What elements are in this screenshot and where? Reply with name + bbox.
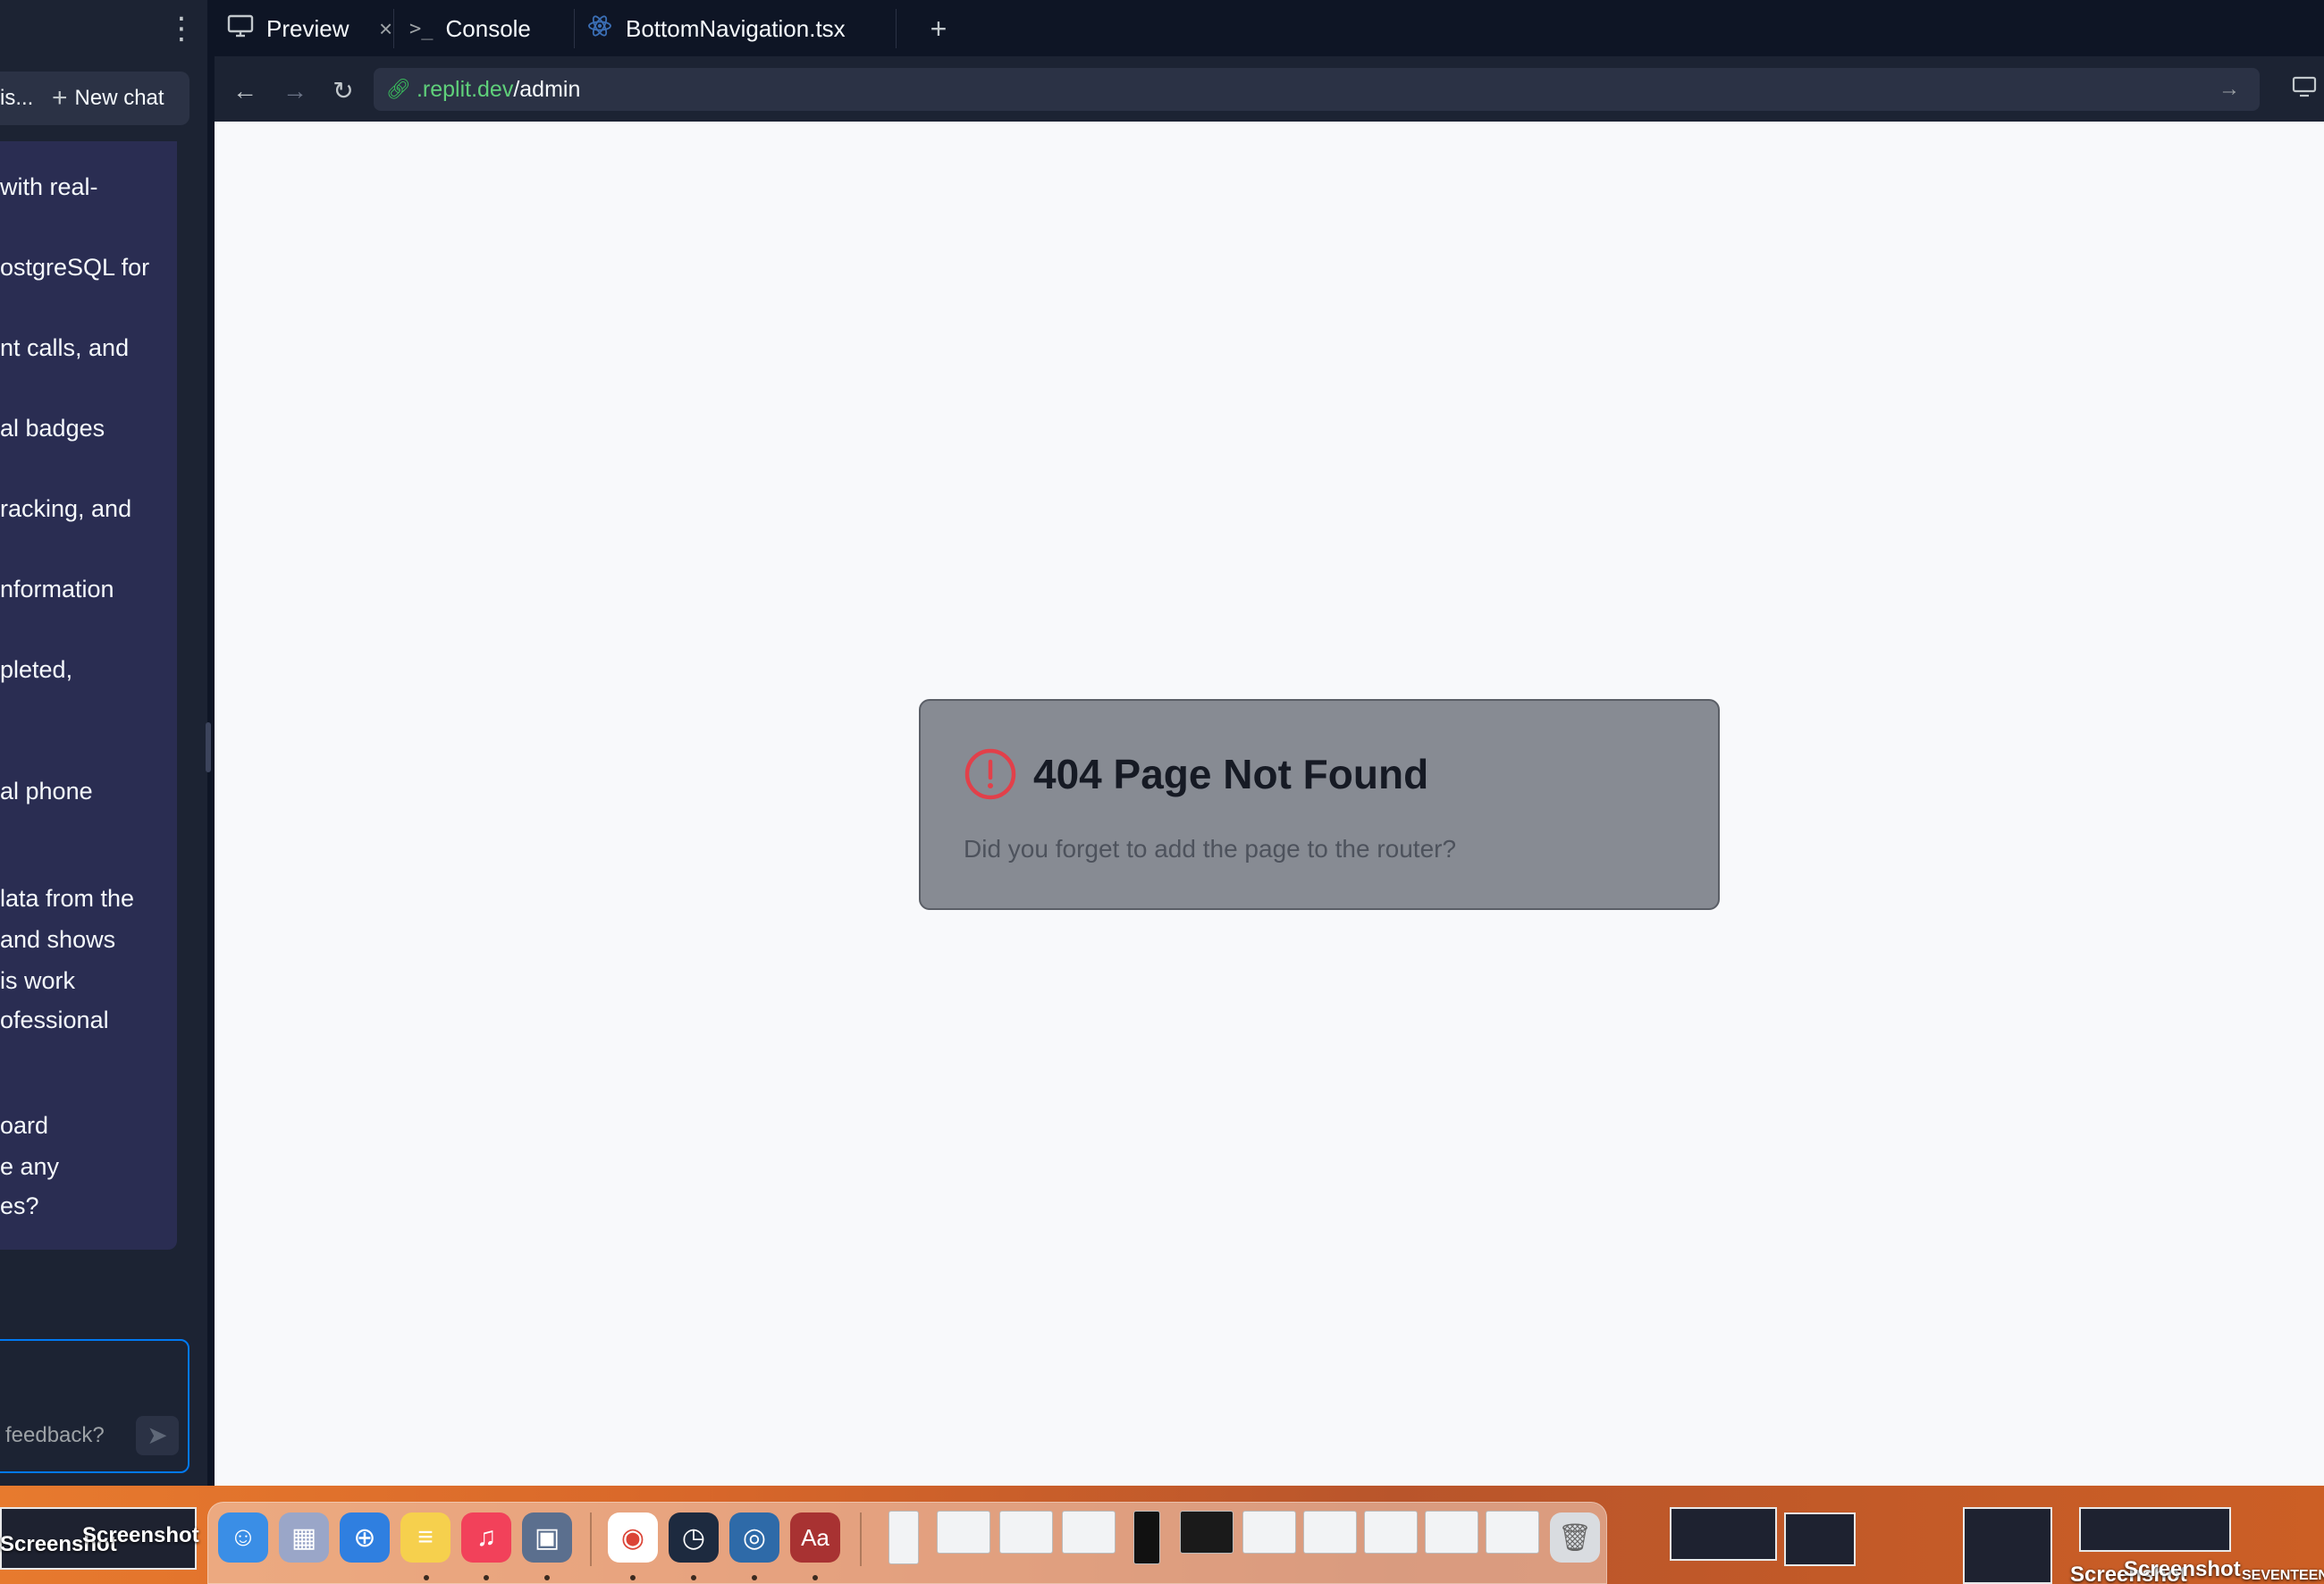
tab-preview[interactable]: Preview × bbox=[227, 0, 429, 57]
link-icon: 🔗︎ bbox=[386, 78, 411, 100]
desktop-screenshot-label: Screenshot bbox=[82, 1523, 199, 1547]
chat-header: is... + New chat bbox=[0, 72, 189, 125]
dictionary-icon[interactable]: Aa bbox=[790, 1512, 840, 1563]
message-line: oard bbox=[0, 1112, 49, 1139]
new-chat-button[interactable]: + New chat bbox=[52, 80, 164, 116]
panel-resize-handle[interactable] bbox=[206, 722, 211, 772]
chat-input-field[interactable]: feedback? ➤ bbox=[0, 1339, 189, 1473]
message-line: racking, and bbox=[0, 495, 132, 522]
running-indicator bbox=[630, 1575, 636, 1580]
preview-viewport: 404 Page Not Found Did you forget to add… bbox=[215, 122, 2324, 1486]
add-tab-icon[interactable]: + bbox=[919, 9, 958, 48]
monitor-icon bbox=[227, 14, 254, 44]
url-field[interactable]: 🔗︎ .replit.dev /admin → bbox=[374, 68, 2260, 111]
window-thumbnail[interactable] bbox=[1242, 1511, 1296, 1554]
message-line: ostgreSQL for bbox=[0, 254, 150, 281]
running-indicator bbox=[544, 1575, 550, 1580]
trash-icon[interactable]: 🗑︎ bbox=[1550, 1512, 1600, 1563]
chat-panel: ⋮ is... + New chat with real- ostgreSQL … bbox=[0, 0, 207, 1495]
not-found-subtitle: Did you forget to add the page to the ro… bbox=[964, 835, 1457, 863]
message-line: lata from the bbox=[0, 885, 135, 912]
go-arrow-icon[interactable]: → bbox=[2219, 73, 2240, 105]
document-thumbnail[interactable] bbox=[888, 1511, 919, 1564]
window-thumbnail[interactable] bbox=[937, 1511, 990, 1554]
dock-divider bbox=[860, 1512, 862, 1566]
desktop-screenshot-thumbnail[interactable] bbox=[1963, 1507, 2052, 1584]
message-line: al badges bbox=[0, 415, 105, 442]
desktop-brand-label: SEVENTEEN bbox=[2242, 1568, 2324, 1583]
message-line: is work bbox=[0, 967, 76, 994]
running-indicator bbox=[424, 1575, 429, 1580]
tab-label: Console bbox=[445, 14, 531, 42]
desktop-screenshot-thumbnail[interactable] bbox=[1670, 1507, 1777, 1561]
message-line: nt calls, and bbox=[0, 334, 130, 361]
tab-divider bbox=[574, 9, 575, 48]
notes-icon[interactable]: ≡ bbox=[400, 1512, 450, 1563]
forward-arrow-icon[interactable]: → bbox=[277, 73, 313, 109]
url-path: /admin bbox=[513, 76, 581, 102]
tab-bottom-navigation-file[interactable]: BottomNavigation.tsx bbox=[586, 0, 890, 57]
message-line: nformation bbox=[0, 576, 114, 602]
react-icon bbox=[586, 13, 613, 46]
chat-input-placeholder: feedback? bbox=[5, 1423, 105, 1447]
window-thumbnail[interactable] bbox=[999, 1511, 1053, 1554]
window-thumbnail[interactable] bbox=[1364, 1511, 1418, 1554]
dock-divider bbox=[590, 1512, 592, 1566]
macos-dock-area: Screenshot Screenshot ☺ ▦ ⊕ ≡ ♫ ▣ ◉ ◷ ◎ … bbox=[0, 1486, 2324, 1584]
tab-label: BottomNavigation.tsx bbox=[626, 14, 846, 42]
window-thumbnail[interactable] bbox=[1486, 1511, 1539, 1554]
browser-toolbar: ← → ↻ 🔗︎ .replit.dev /admin → bbox=[215, 57, 2324, 122]
plus-icon: + bbox=[52, 83, 68, 113]
desktop-screenshot-thumbnail[interactable] bbox=[1784, 1512, 1856, 1566]
chrome-icon[interactable]: ◉ bbox=[608, 1512, 658, 1563]
not-found-card: 404 Page Not Found Did you forget to add… bbox=[919, 699, 1720, 910]
chat-topbar: ⋮ bbox=[0, 0, 207, 57]
window-thumbnail[interactable] bbox=[1425, 1511, 1478, 1554]
tab-label: Preview bbox=[266, 14, 349, 42]
instruments-icon[interactable]: ◷ bbox=[669, 1512, 719, 1563]
window-thumbnail[interactable] bbox=[1303, 1511, 1357, 1554]
message-line: es? bbox=[0, 1192, 39, 1219]
message-line: with real- bbox=[0, 173, 98, 200]
window-thumbnail[interactable] bbox=[1180, 1511, 1234, 1554]
reload-icon[interactable]: ↻ bbox=[325, 73, 361, 109]
terminal-icon: >_ bbox=[409, 17, 434, 40]
not-found-title: 404 Page Not Found bbox=[1033, 751, 1429, 797]
window-thumbnail[interactable] bbox=[1133, 1511, 1160, 1564]
alert-circle-icon bbox=[964, 747, 1017, 801]
url-domain: .replit.dev bbox=[416, 76, 514, 102]
tab-console[interactable]: >_ Console bbox=[409, 0, 552, 57]
send-icon[interactable]: ➤ bbox=[136, 1416, 179, 1455]
message-line: e any bbox=[0, 1153, 60, 1180]
message-line: pleted, bbox=[0, 656, 73, 683]
more-options-icon[interactable]: ⋮ bbox=[166, 13, 197, 45]
desktop-screenshot-thumbnail[interactable] bbox=[2079, 1507, 2231, 1552]
music-icon[interactable]: ♫ bbox=[461, 1512, 511, 1563]
back-arrow-icon[interactable]: ← bbox=[227, 73, 263, 109]
devtools-icon[interactable] bbox=[2288, 72, 2320, 107]
agent-message-card: with real- ostgreSQL for nt calls, and a… bbox=[0, 141, 177, 1250]
finder-icon[interactable]: ☺ bbox=[218, 1512, 268, 1563]
running-indicator bbox=[484, 1575, 489, 1580]
running-indicator bbox=[752, 1575, 757, 1580]
message-line: ofessional bbox=[0, 1007, 109, 1033]
launchpad-icon[interactable]: ▦ bbox=[279, 1512, 329, 1563]
safari-icon[interactable]: ⊕ bbox=[340, 1512, 390, 1563]
preview-app-icon[interactable]: ▣ bbox=[522, 1512, 572, 1563]
tab-divider bbox=[896, 9, 897, 48]
quicktime-icon[interactable]: ◎ bbox=[729, 1512, 779, 1563]
tab-bar: Preview × >_ Console BottomNavigation.ts… bbox=[215, 0, 2324, 57]
close-icon[interactable]: × bbox=[379, 15, 392, 43]
desktop-screenshot-label: Screenshot bbox=[2124, 1557, 2241, 1581]
message-line: al phone bbox=[0, 778, 93, 805]
running-indicator bbox=[813, 1575, 818, 1580]
message-line: and shows bbox=[0, 926, 116, 953]
chat-title-truncated: is... bbox=[0, 86, 34, 110]
tab-divider bbox=[393, 9, 394, 48]
running-indicator bbox=[691, 1575, 696, 1580]
new-chat-label: New chat bbox=[74, 86, 164, 110]
window-thumbnail[interactable] bbox=[1062, 1511, 1116, 1554]
